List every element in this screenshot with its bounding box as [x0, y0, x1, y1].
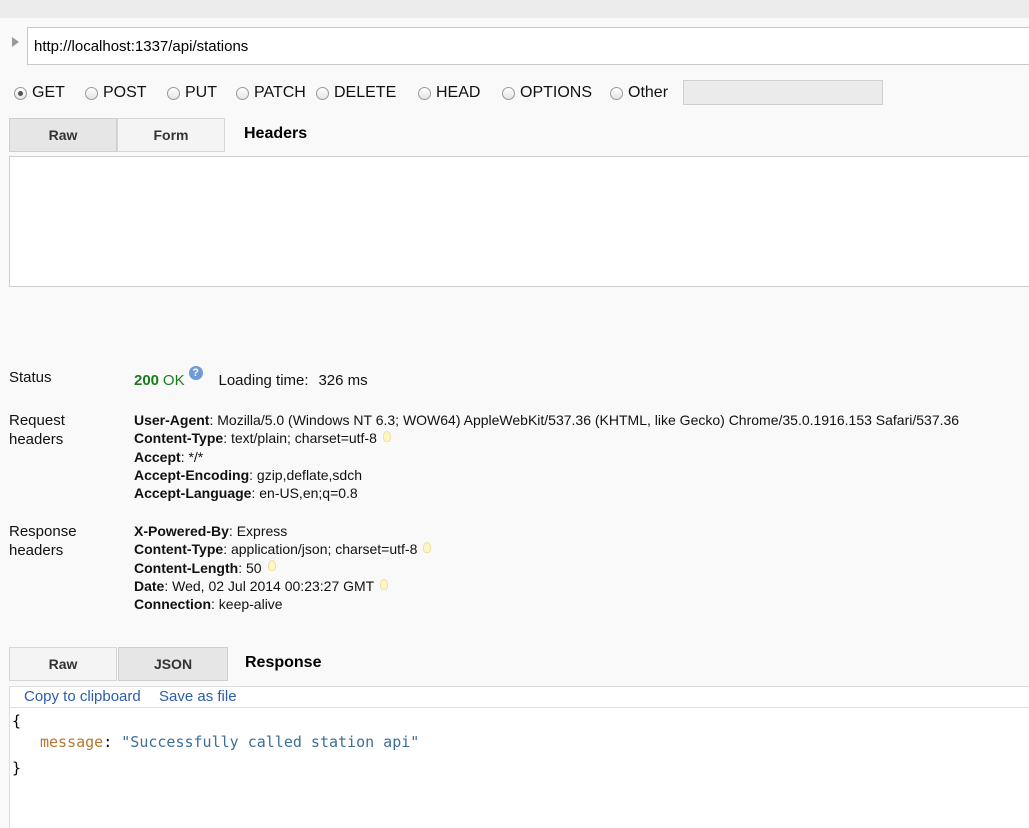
request-header-row: Accept: */* — [134, 448, 204, 465]
method-head[interactable]: HEAD — [418, 84, 480, 102]
method-get[interactable]: GET — [14, 84, 65, 102]
json-close-brace: } — [12, 759, 22, 777]
header-name: User-Agent — [134, 412, 210, 428]
method-delete[interactable]: DELETE — [316, 84, 396, 102]
request-header-row: Accept-Language: en-US,en;q=0.8 — [134, 485, 358, 502]
status-text: OK — [162, 372, 185, 389]
header-name: Content-Type — [134, 430, 224, 447]
header-value: Mozilla/5.0 (Windows NT 6.3; WOW64) Appl… — [217, 412, 960, 428]
json-key: message — [40, 733, 104, 751]
status-code: 200 — [134, 372, 160, 389]
header-name: Connection — [134, 596, 211, 613]
header-value: Express — [236, 523, 288, 539]
method-label: PUT — [185, 84, 217, 101]
lightbulb-icon[interactable] — [380, 578, 389, 590]
response-header-row: X-Powered-By: Express — [134, 523, 288, 539]
lightbulb-icon[interactable] — [267, 560, 276, 572]
method-post[interactable]: POST — [85, 84, 147, 102]
header-value: application/json; charset=utf-8 — [230, 541, 418, 558]
request-headers-list: User-Agent: Mozilla/5.0 (Windows NT 6.3;… — [134, 411, 959, 502]
radio-icon[interactable] — [14, 86, 27, 100]
json-line: message: "Successfully called station ap… — [40, 733, 419, 751]
radio-icon[interactable] — [610, 86, 623, 100]
loading-time-label: Loading time: — [218, 372, 309, 389]
header-value: */* — [188, 448, 204, 465]
method-label: Other — [628, 84, 669, 101]
tab-response-json[interactable]: JSON — [118, 647, 228, 681]
response-headers-list: X-Powered-By: Express Content-Type: appl… — [134, 522, 432, 613]
json-string-value: "Successfully called station api" — [121, 733, 420, 751]
method-other[interactable]: Other — [610, 84, 668, 102]
headers-title: Headers — [244, 125, 308, 142]
top-strip — [0, 0, 1029, 18]
method-label: HEAD — [436, 84, 481, 101]
other-method-input[interactable] — [683, 80, 883, 105]
header-name: Accept-Language — [134, 485, 252, 502]
copy-to-clipboard-link[interactable]: Copy to clipboard — [24, 688, 141, 705]
save-as-file-link[interactable]: Save as file — [159, 688, 237, 705]
method-label: OPTIONS — [520, 84, 593, 101]
request-header-row: Accept-Encoding: gzip,deflate,sdch — [134, 466, 362, 483]
header-value: keep-alive — [218, 596, 283, 613]
request-headers-label-line2: headers — [9, 431, 64, 448]
radio-icon[interactable] — [502, 86, 515, 100]
url-input[interactable]: http://localhost:1337/api/stations — [27, 27, 1029, 65]
response-headers-label-line2: headers — [9, 542, 64, 559]
radio-icon[interactable] — [316, 86, 329, 100]
tab-headers-raw[interactable]: Raw — [9, 118, 117, 152]
method-options[interactable]: OPTIONS — [502, 84, 592, 102]
json-separator: : — [103, 733, 122, 751]
lightbulb-icon[interactable] — [423, 542, 432, 554]
request-header-row: Content-Type: text/plain; charset=utf-8 — [134, 429, 959, 447]
header-value: text/plain; charset=utf-8 — [230, 430, 377, 447]
radio-icon[interactable] — [167, 86, 180, 100]
request-header-row: User-Agent: Mozilla/5.0 (Windows NT 6.3;… — [134, 412, 960, 428]
tab-headers-form[interactable]: Form — [117, 118, 225, 152]
method-label: GET — [32, 84, 65, 101]
expand-arrow-icon[interactable] — [12, 37, 19, 47]
status-label: Status — [9, 369, 52, 386]
method-label: PATCH — [254, 84, 306, 101]
response-header-row: Date: Wed, 02 Jul 2014 00:23:27 GMT — [134, 577, 431, 595]
header-name: Date — [134, 577, 165, 594]
response-header-row: Content-Type: application/json; charset=… — [134, 540, 432, 558]
status-row: 200 OK? Loading time: 326 ms — [134, 366, 368, 392]
request-headers-label: Request headers — [9, 411, 65, 449]
headers-textarea[interactable] — [9, 156, 1029, 287]
json-open-brace: { — [12, 712, 22, 730]
request-headers-label-line1: Request — [9, 412, 65, 429]
header-name: Accept-Encoding — [134, 466, 250, 483]
method-label: POST — [103, 84, 147, 101]
method-label: DELETE — [334, 84, 397, 101]
response-header-row: Connection: keep-alive — [134, 596, 283, 613]
header-value: 50 — [245, 559, 262, 576]
header-name: Accept — [134, 448, 181, 465]
radio-icon[interactable] — [418, 86, 431, 100]
response-header-row: Content-Length: 50 — [134, 559, 431, 577]
header-value: gzip,deflate,sdch — [256, 466, 362, 483]
loading-time-value: 326 ms — [318, 372, 368, 389]
header-value: Wed, 02 Jul 2014 00:23:27 GMT — [172, 577, 375, 594]
response-headers-label-line1: Response — [9, 523, 77, 540]
radio-icon[interactable] — [85, 86, 98, 100]
method-put[interactable]: PUT — [167, 84, 217, 102]
method-patch[interactable]: PATCH — [236, 84, 306, 102]
response-body: { message: "Successfully called station … — [9, 708, 1029, 828]
radio-icon[interactable] — [236, 86, 249, 100]
header-name: Content-Length — [134, 559, 239, 576]
header-name: X-Powered-By — [134, 523, 229, 539]
tab-response-raw[interactable]: Raw — [9, 647, 117, 681]
header-name: Content-Type — [134, 541, 224, 558]
help-icon[interactable]: ? — [188, 366, 203, 380]
response-headers-label: Response headers — [9, 522, 77, 560]
response-toolbar: Copy to clipboard Save as file — [9, 686, 1029, 708]
header-value: en-US,en;q=0.8 — [259, 485, 358, 502]
lightbulb-icon[interactable] — [382, 431, 391, 443]
response-title: Response — [245, 654, 322, 671]
